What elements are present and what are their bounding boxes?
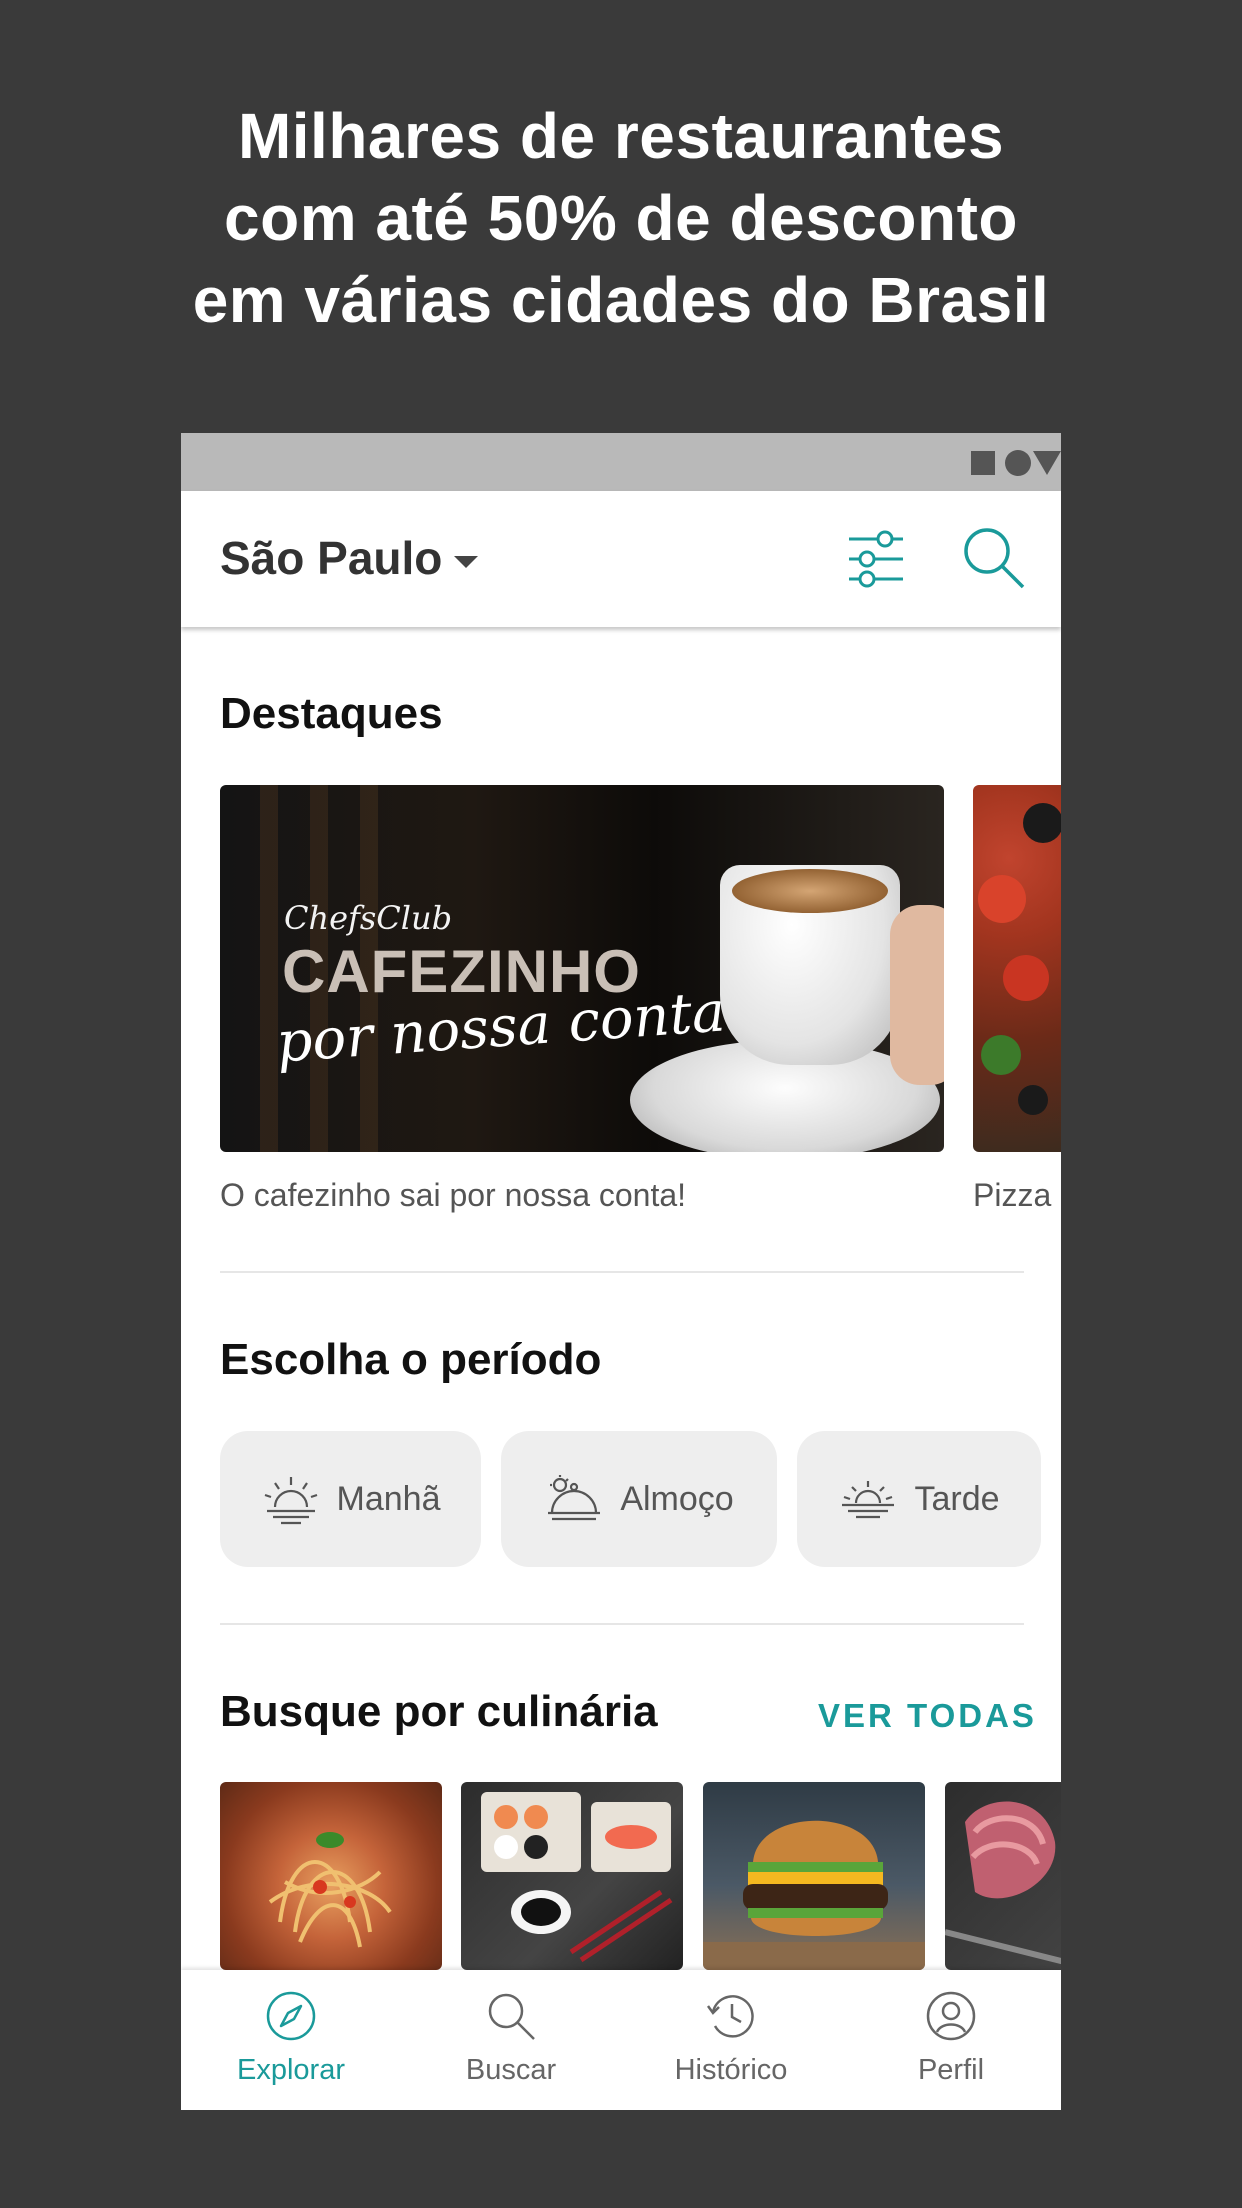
pasta-image [268, 1832, 392, 1948]
sunrise-icon [264, 1477, 317, 1525]
tab-label: Histórico [674, 2054, 788, 2086]
section-divider [220, 1271, 1024, 1273]
sushi-image [481, 1792, 673, 1963]
basil-image [981, 1035, 1021, 1075]
highlight-card-coffee[interactable]: ChefsClub CAFEZINHO por nossa conta [220, 785, 944, 1152]
tab-label: Buscar [465, 2054, 557, 2086]
tomato-image [1003, 955, 1049, 1001]
period-chip-afternoon[interactable]: Tarde [797, 1431, 1041, 1567]
sunset-icon [842, 1481, 895, 1519]
olive-image [1023, 803, 1061, 843]
profile-icon [926, 1991, 976, 2041]
tab-label: Explorar [237, 2054, 345, 2086]
compass-icon [266, 1991, 316, 2041]
highlight-caption-coffee: O cafezinho sai por nossa conta! [220, 1177, 687, 1213]
headline-line-1: Milhares de restaurantes [237, 100, 1005, 172]
period-chip-morning[interactable]: Manhã [220, 1431, 481, 1567]
highlight-card-pizza[interactable] [973, 785, 1061, 1152]
chip-label: Tarde [914, 1479, 1000, 1518]
tab-label: Perfil [917, 2054, 985, 2086]
city-label: São Paulo [220, 532, 443, 584]
chip-label: Manhã [336, 1479, 441, 1518]
cuisine-card-steak[interactable] [945, 1782, 1061, 1970]
phone-screen: São Paulo Destaques ChefsClub CAFEZINHO … [181, 433, 1061, 2110]
tomato-image [978, 875, 1026, 923]
tab-perfil[interactable]: Perfil [841, 1970, 1061, 2110]
tab-historico[interactable]: Histórico [621, 1970, 841, 2110]
cuisine-card-pasta[interactable] [220, 1782, 442, 1970]
recent-apps-icon [971, 451, 995, 475]
olive-image [1018, 1085, 1048, 1115]
status-bar [181, 433, 1061, 491]
section-divider [220, 1623, 1024, 1625]
see-all-link[interactable]: VER TODAS [818, 1697, 1037, 1735]
highlight-caption-pizza: Pizza [973, 1177, 1052, 1213]
steak-image [945, 1801, 1061, 1965]
cloche-icon [548, 1475, 601, 1521]
tab-buscar[interactable]: Buscar [401, 1970, 621, 2110]
promo-headline: Milhares de restaurantes com até 50% de … [0, 95, 1242, 341]
highlights-title: Destaques [220, 689, 443, 738]
search-button[interactable] [961, 525, 1027, 591]
brand-logo: ChefsClub [284, 899, 453, 937]
search-icon [964, 528, 1025, 589]
period-chip-lunch[interactable]: Almoço [501, 1431, 777, 1567]
burger-image [703, 1820, 925, 1970]
back-icon [1033, 451, 1061, 475]
sliders-icon [849, 530, 903, 588]
headline-line-2: com até 50% de desconto [224, 182, 1018, 254]
app-bar: São Paulo [181, 491, 1061, 627]
tab-explorar[interactable]: Explorar [181, 1970, 401, 2110]
city-selector[interactable]: São Paulo [220, 531, 479, 585]
filter-button[interactable] [845, 529, 907, 589]
cuisine-title: Busque por culinária [220, 1687, 658, 1736]
chevron-down-icon [454, 556, 479, 568]
period-title: Escolha o período [220, 1335, 602, 1384]
cuisine-card-burger[interactable] [703, 1782, 925, 1970]
hand-image [890, 905, 944, 1085]
chip-label: Almoço [620, 1479, 734, 1518]
headline-line-3: em várias cidades do Brasil [192, 264, 1050, 336]
search-icon [488, 1993, 535, 2040]
cuisine-card-sushi[interactable] [461, 1782, 683, 1970]
coffee-image [732, 869, 888, 913]
home-icon [1005, 450, 1031, 476]
wall-stripe [260, 785, 278, 1152]
bottom-navigation: Explorar Buscar Histórico Perfil [181, 1970, 1061, 2110]
history-icon [706, 1995, 754, 2038]
